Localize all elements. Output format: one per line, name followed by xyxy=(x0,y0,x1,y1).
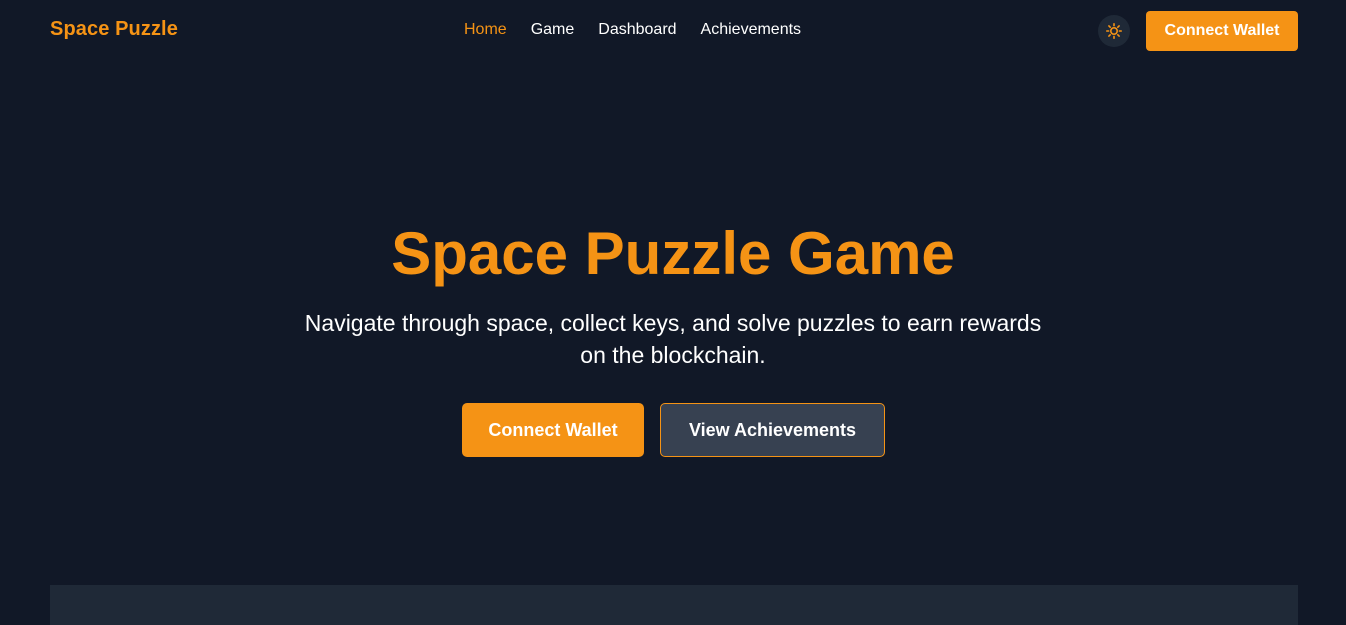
sun-icon xyxy=(1106,23,1122,39)
navbar: Space Puzzle Home Game Dashboard Achieve… xyxy=(0,0,1346,62)
connect-wallet-button[interactable]: Connect Wallet xyxy=(462,403,644,457)
page: Space Puzzle Home Game Dashboard Achieve… xyxy=(0,0,1346,625)
nav-dashboard[interactable]: Dashboard xyxy=(598,21,676,39)
hero-actions: Connect Wallet View Achievements xyxy=(462,403,885,457)
view-achievements-button[interactable]: View Achievements xyxy=(660,403,885,457)
brand-logo[interactable]: Space Puzzle xyxy=(50,18,178,41)
nav-game[interactable]: Game xyxy=(531,21,575,39)
nav-achievements[interactable]: Achievements xyxy=(701,21,802,39)
hero-subtitle: Navigate through space, collect keys, an… xyxy=(304,310,1042,368)
nav-home[interactable]: Home xyxy=(464,21,507,39)
header-connect-wallet-button[interactable]: Connect Wallet xyxy=(1146,11,1298,51)
content-panel xyxy=(50,585,1298,625)
theme-toggle-button[interactable] xyxy=(1098,15,1130,47)
hero-title: Space Puzzle Game xyxy=(391,220,955,287)
main-nav: Home Game Dashboard Achievements xyxy=(464,21,801,39)
